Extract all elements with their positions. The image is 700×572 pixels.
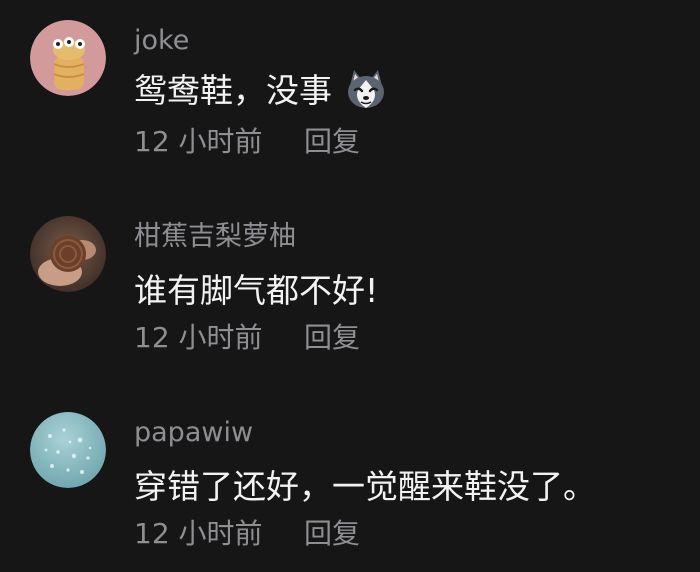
avatar[interactable] [30, 412, 106, 488]
reply-button[interactable]: 回复 [304, 128, 360, 156]
cartoon-avatar-image [30, 20, 106, 96]
comment-item: papawiw 穿错了还好，一觉醒来鞋没了。 12 小时前 回复 [0, 392, 700, 572]
water-drops-avatar-image [30, 412, 106, 488]
comment-text-label: 鸳鸯鞋，没事 [134, 70, 332, 110]
comment-text: 谁有脚气都不好! [134, 272, 378, 308]
comment-text-label: 穿错了还好，一觉醒来鞋没了。 [134, 466, 596, 506]
reply-button[interactable]: 回复 [304, 324, 360, 352]
reply-button[interactable]: 回复 [304, 520, 360, 548]
comment-text-label: 谁有脚气都不好! [134, 270, 379, 310]
photo-avatar-image [30, 216, 106, 292]
avatar[interactable] [30, 216, 106, 292]
comment-text: 穿错了还好，一觉醒来鞋没了。 [134, 468, 596, 504]
comment-username[interactable]: papawiw [134, 419, 253, 446]
comment-timestamp: 12 小时前 [134, 517, 263, 550]
comment-timestamp: 12 小时前 [134, 321, 263, 354]
comment-timestamp: 12 小时前 [134, 125, 263, 158]
comment-username[interactable]: joke [134, 27, 189, 54]
comment-text: 鸳鸯鞋，没事 [134, 70, 388, 110]
comment-item: 柑蕉吉梨萝柚 谁有脚气都不好! 12 小时前 回复 [0, 196, 700, 376]
avatar[interactable] [30, 20, 106, 96]
husky-emoji-icon [344, 68, 388, 112]
comment-item: joke 鸳鸯鞋，没事 12 小时前 回复 [0, 0, 700, 180]
comment-username[interactable]: 柑蕉吉梨萝柚 [134, 223, 296, 250]
